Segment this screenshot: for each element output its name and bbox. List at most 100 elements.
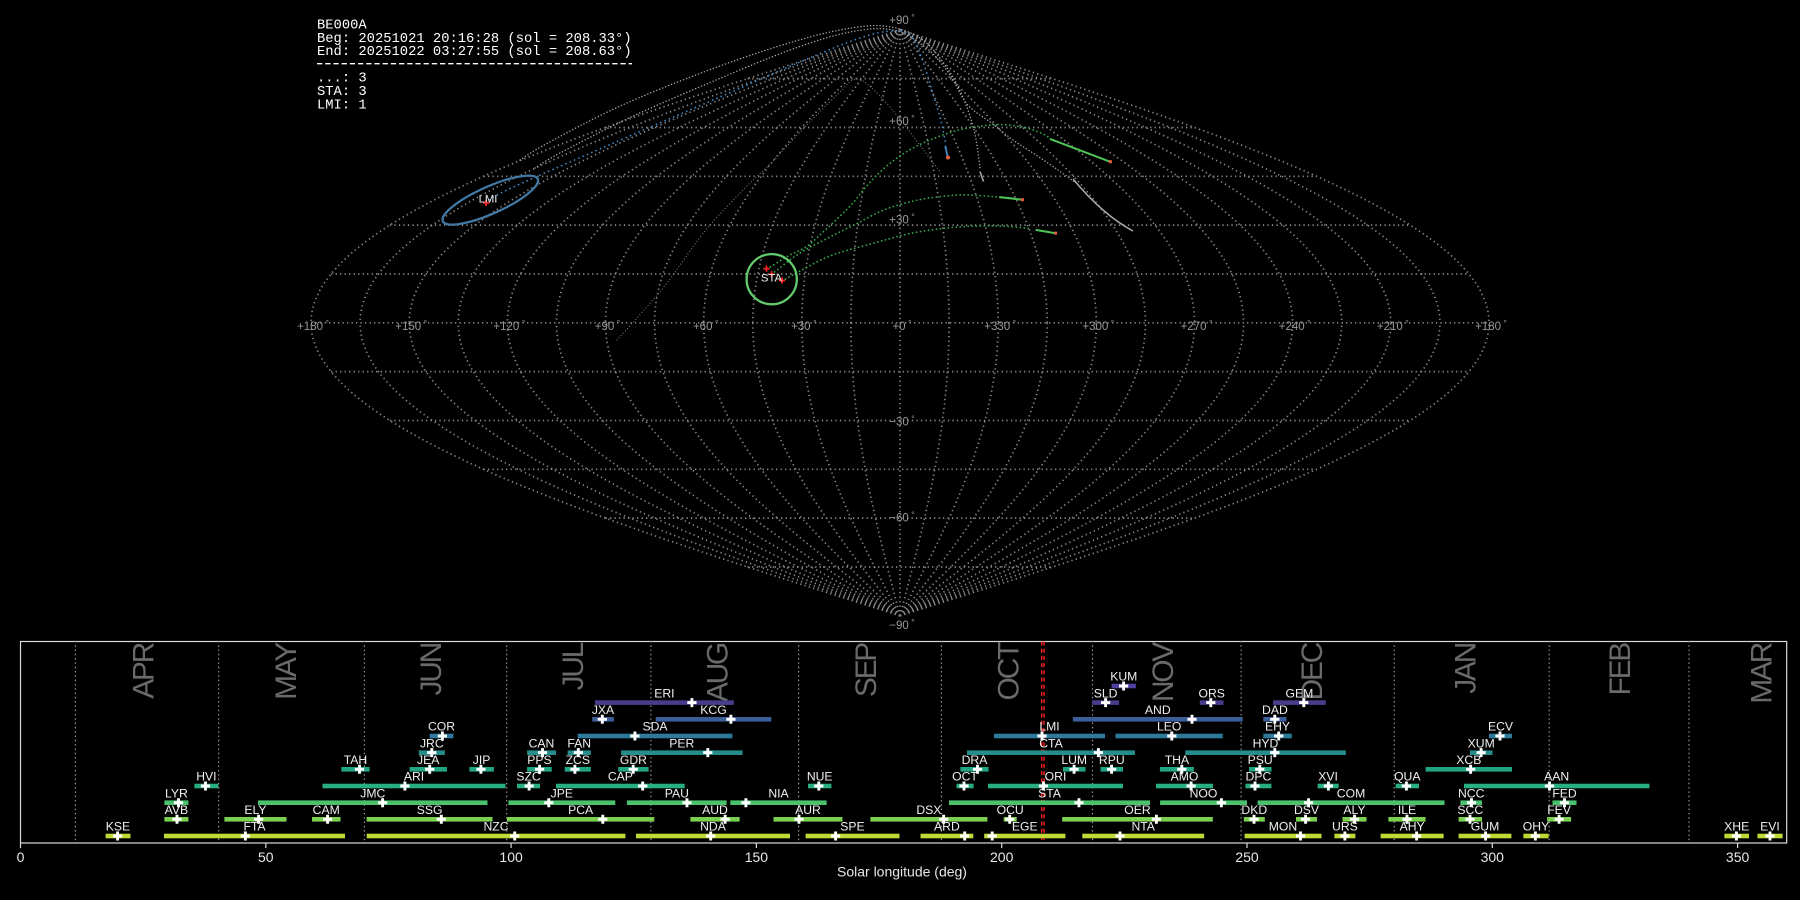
svg-text:ERI: ERI — [654, 686, 674, 700]
svg-text:FTA: FTA — [243, 820, 266, 834]
svg-text:LYR: LYR — [165, 786, 188, 800]
svg-text:KSE: KSE — [106, 820, 130, 834]
svg-text:MON: MON — [1269, 820, 1297, 834]
svg-text:LUM: LUM — [1061, 753, 1087, 767]
svg-text:SZC: SZC — [516, 770, 541, 784]
svg-text:JUL: JUL — [557, 642, 590, 690]
svg-text:JRC: JRC — [420, 736, 444, 750]
svg-text:AUD: AUD — [702, 803, 728, 817]
svg-text:SSG: SSG — [417, 803, 443, 817]
svg-text:MAR: MAR — [1746, 642, 1779, 703]
svg-text:APR: APR — [128, 642, 161, 698]
svg-text:OCT: OCT — [952, 770, 978, 784]
svg-text:TAH: TAH — [344, 753, 367, 767]
svg-text:350: 350 — [1726, 849, 1750, 865]
svg-text:PCA: PCA — [568, 803, 594, 817]
svg-text:AND: AND — [1145, 703, 1171, 717]
svg-text:NCC: NCC — [1458, 786, 1485, 800]
svg-text:OER: OER — [1124, 803, 1151, 817]
svg-text:NIA: NIA — [768, 786, 789, 800]
svg-text:NTA: NTA — [1131, 820, 1155, 834]
svg-text:SLD: SLD — [1094, 686, 1118, 700]
svg-text:XUM: XUM — [1468, 736, 1495, 750]
svg-text:STA: STA — [1038, 786, 1062, 800]
svg-text:CAM: CAM — [313, 803, 340, 817]
svg-text:PSU: PSU — [1248, 753, 1273, 767]
svg-text:ELY: ELY — [244, 803, 266, 817]
svg-text:JIP: JIP — [473, 753, 491, 767]
svg-text:EHY: EHY — [1265, 720, 1290, 734]
svg-text:JUN: JUN — [415, 643, 448, 695]
svg-text:300: 300 — [1481, 849, 1505, 865]
svg-text:XHE: XHE — [1724, 820, 1749, 834]
svg-text:AMO: AMO — [1171, 770, 1199, 784]
svg-text:CAN: CAN — [529, 736, 555, 750]
svg-text:OCT: OCT — [993, 642, 1026, 700]
svg-text:XCB: XCB — [1456, 753, 1481, 767]
svg-text:200: 200 — [990, 849, 1014, 865]
svg-text:GDR: GDR — [620, 753, 647, 767]
svg-text:FAN: FAN — [567, 736, 591, 750]
svg-text:LMI: LMI — [1039, 720, 1059, 734]
svg-text:JAN: JAN — [1449, 643, 1482, 693]
svg-text:150: 150 — [745, 849, 769, 865]
svg-text:ORI: ORI — [1045, 770, 1067, 784]
svg-text:NOV: NOV — [1147, 642, 1180, 702]
svg-text:EVI: EVI — [1760, 820, 1780, 834]
svg-text:LEO: LEO — [1157, 720, 1181, 734]
svg-text:100: 100 — [499, 849, 523, 865]
svg-text:End: 20251022 03:27:55 (sol =: End: 20251022 03:27:55 (sol = 208.63°) — [317, 44, 632, 60]
svg-text:THA: THA — [1165, 753, 1190, 767]
svg-text:JPE: JPE — [551, 786, 573, 800]
svg-text:DRA: DRA — [962, 753, 989, 767]
svg-text:AUG: AUG — [702, 643, 735, 702]
svg-text:JXA: JXA — [592, 703, 615, 717]
svg-text:AUR: AUR — [795, 803, 821, 817]
svg-text:DSX: DSX — [916, 803, 941, 817]
svg-text:SEP: SEP — [850, 643, 883, 697]
svg-text:FEV: FEV — [1547, 803, 1572, 817]
svg-text:ARD: ARD — [934, 820, 960, 834]
svg-text:AHY: AHY — [1400, 820, 1425, 834]
svg-text:GEM: GEM — [1286, 686, 1314, 700]
svg-text:STA: STA — [761, 273, 783, 285]
svg-text:GUM: GUM — [1471, 820, 1499, 834]
svg-text:ORS: ORS — [1198, 686, 1224, 700]
svg-text:AAN: AAN — [1544, 770, 1569, 784]
svg-text:RPU: RPU — [1099, 753, 1125, 767]
svg-text:PER: PER — [669, 736, 694, 750]
svg-text:SDA: SDA — [642, 720, 668, 734]
svg-text:COM: COM — [1337, 786, 1365, 800]
svg-text:ECV: ECV — [1488, 720, 1514, 734]
svg-text:FEB: FEB — [1604, 643, 1637, 696]
svg-text:50: 50 — [258, 849, 274, 865]
svg-text:EGE: EGE — [1012, 820, 1038, 834]
svg-text:ILE: ILE — [1398, 803, 1416, 817]
svg-text:NUE: NUE — [807, 770, 833, 784]
svg-text:KCG: KCG — [700, 703, 726, 717]
svg-text:HYD: HYD — [1253, 736, 1279, 750]
svg-text:KUM: KUM — [1110, 670, 1137, 684]
svg-text:DKD: DKD — [1241, 803, 1267, 817]
svg-text:OCU: OCU — [997, 803, 1024, 817]
svg-text:XVI: XVI — [1318, 770, 1338, 784]
svg-text:LMI: LMI — [479, 194, 498, 206]
svg-text:COR: COR — [428, 720, 455, 734]
svg-text:250: 250 — [1235, 849, 1259, 865]
svg-text:SPE: SPE — [840, 820, 864, 834]
svg-text:OHY: OHY — [1523, 820, 1549, 834]
svg-text:JEA: JEA — [417, 753, 440, 767]
svg-text:AVB: AVB — [165, 803, 188, 817]
svg-text:FED: FED — [1552, 786, 1577, 800]
svg-text:JMC: JMC — [360, 786, 385, 800]
svg-text:NZC: NZC — [483, 820, 508, 834]
svg-text:DSV: DSV — [1294, 803, 1320, 817]
svg-text:QUA: QUA — [1394, 770, 1421, 784]
svg-text:HVI: HVI — [196, 770, 216, 784]
svg-text:0: 0 — [17, 849, 25, 865]
svg-text:PAU: PAU — [665, 786, 689, 800]
svg-text:MAY: MAY — [270, 642, 303, 700]
svg-text:DAD: DAD — [1262, 703, 1288, 717]
svg-text:PPS: PPS — [527, 753, 551, 767]
svg-text:LMI: 1: LMI: 1 — [317, 98, 367, 113]
